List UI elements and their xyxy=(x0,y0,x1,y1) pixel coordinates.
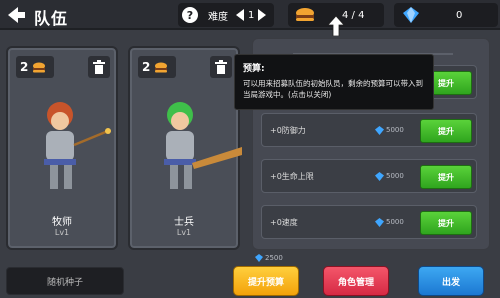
top-bar: 队伍 ? 难度 1 4 / 4 0 xyxy=(0,0,500,36)
burger-icon xyxy=(155,62,168,72)
tooltip-body: 可以用来招募队伍的初始队员，剩余的预算可以带入到当局游戏中。(点击以关闭) xyxy=(243,79,423,99)
upgrade-button[interactable]: 提升 xyxy=(420,119,472,143)
gem-icon xyxy=(375,126,384,135)
budget-value: 4 / 4 xyxy=(342,9,365,21)
difficulty-decrease-icon[interactable] xyxy=(236,9,244,21)
pointer-up-arrow-icon xyxy=(328,16,344,36)
upgrade-button[interactable]: 提升 xyxy=(420,211,472,235)
upgrade-row-defense: +0防御力 5000 提升 xyxy=(261,113,477,147)
gem-icon xyxy=(403,7,419,23)
burger-icon xyxy=(296,8,314,21)
upgrade-row-speed: +0速度 5000 提升 xyxy=(261,205,477,239)
remove-unit-button[interactable] xyxy=(210,56,232,78)
gems-value: 0 xyxy=(456,9,463,21)
page-title: 队伍 xyxy=(34,9,69,28)
upgrade-budget-button[interactable]: 提升预算 xyxy=(233,266,299,296)
difficulty-selector: ? 难度 1 xyxy=(178,3,274,27)
priest-sprite xyxy=(44,102,111,189)
back-arrow-icon xyxy=(8,7,25,23)
upgrade-budget-cost: 2500 xyxy=(255,254,283,262)
upgrade-cost: 5000 xyxy=(386,218,404,226)
upgrade-cost: 5000 xyxy=(386,126,404,134)
unit-level: Lv1 xyxy=(54,228,70,237)
unit-cost: 2 xyxy=(138,56,176,78)
role-manage-button[interactable]: 角色管理 xyxy=(323,266,389,296)
unit-name: 士兵 xyxy=(174,217,194,228)
budget-tooltip[interactable]: 预算: 可以用来招募队伍的初始队员，剩余的预算可以带入到当局游戏中。(点击以关闭… xyxy=(234,54,434,110)
unit-name: 牧师 xyxy=(52,217,72,228)
upgrade-button[interactable]: 提升 xyxy=(420,165,472,189)
upgrade-label: +0速度 xyxy=(270,218,298,227)
burger-icon xyxy=(33,62,46,72)
trash-icon xyxy=(215,60,227,74)
unit-level: Lv1 xyxy=(176,228,192,237)
upgrade-label: +0生命上限 xyxy=(270,172,314,181)
gem-icon xyxy=(375,218,384,227)
unit-cost: 2 xyxy=(16,56,54,78)
upgrade-row-health: +0生命上限 5000 提升 xyxy=(261,159,477,193)
difficulty-value: 1 xyxy=(248,9,255,21)
unit-card-priest[interactable]: 2 牧师 Lv1 xyxy=(6,46,118,250)
upgrade-cost: 5000 xyxy=(386,172,404,180)
gem-icon xyxy=(375,172,384,181)
help-icon[interactable]: ? xyxy=(182,7,198,23)
remove-unit-button[interactable] xyxy=(88,56,110,78)
tooltip-title: 预算: xyxy=(243,64,265,74)
upgrade-label: +0防御力 xyxy=(270,126,306,135)
soldier-sprite xyxy=(164,102,242,189)
difficulty-increase-icon[interactable] xyxy=(258,9,267,21)
gem-icon xyxy=(255,254,263,262)
difficulty-label: 难度 xyxy=(208,11,228,23)
unit-card-soldier[interactable]: 2 士兵 Lv1 xyxy=(128,46,242,250)
back-button[interactable] xyxy=(3,3,29,27)
trash-icon xyxy=(93,60,105,74)
start-button[interactable]: 出发 xyxy=(418,266,484,296)
random-seed-button[interactable]: 随机种子 xyxy=(6,267,124,295)
gems-display: 0 xyxy=(394,3,498,27)
